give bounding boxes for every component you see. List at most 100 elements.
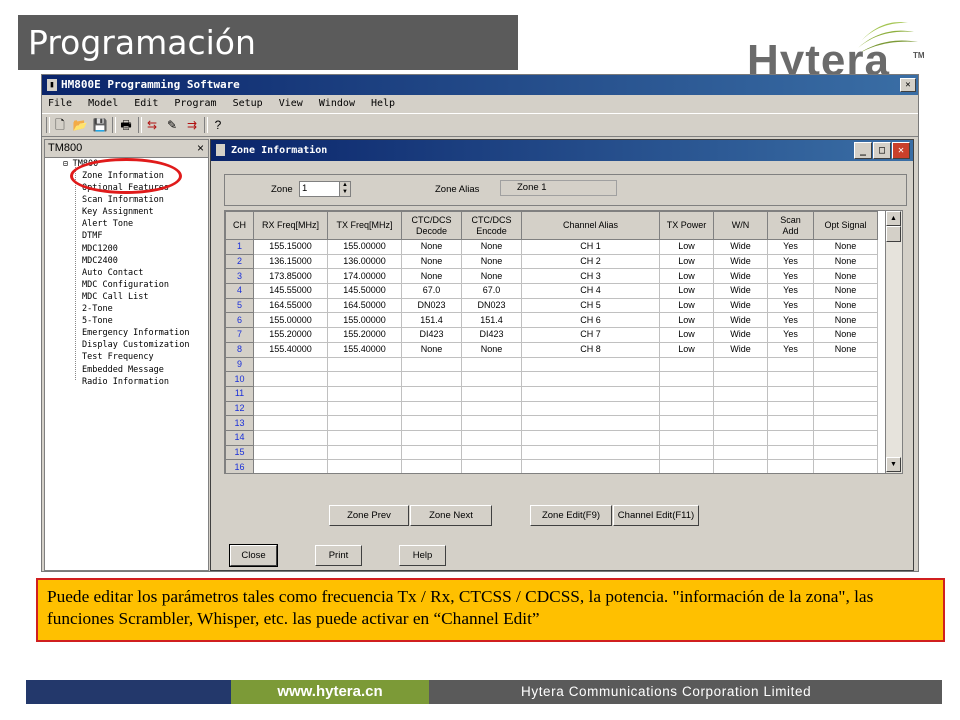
zone-prev-button[interactable]: Zone Prev: [329, 505, 409, 526]
table-cell[interactable]: 155.00000: [327, 312, 402, 329]
read-icon[interactable]: ⇆: [144, 117, 160, 133]
table-cell[interactable]: [659, 371, 714, 387]
tree-item-radio-information[interactable]: Radio Information: [82, 376, 189, 388]
minimize-button[interactable]: _: [854, 142, 872, 159]
table-cell[interactable]: [713, 429, 768, 446]
tree-close-icon[interactable]: ×: [197, 140, 204, 157]
table-cell[interactable]: [659, 429, 714, 446]
table-cell[interactable]: [659, 444, 714, 461]
channel-edit-button[interactable]: Channel Edit(F11): [613, 505, 699, 526]
table-cell[interactable]: [521, 459, 660, 473]
table-cell[interactable]: 155.40000: [327, 341, 402, 358]
table-cell[interactable]: None: [813, 253, 878, 270]
table-cell[interactable]: Wide: [713, 239, 768, 255]
table-cell[interactable]: None: [813, 312, 878, 329]
table-cell[interactable]: [401, 429, 462, 446]
table-cell[interactable]: Wide: [713, 297, 768, 314]
table-cell[interactable]: [253, 459, 328, 473]
menu-model[interactable]: Model: [88, 98, 118, 109]
tree-item-mdc2400[interactable]: MDC2400: [82, 255, 189, 267]
table-cell[interactable]: [253, 415, 328, 431]
table-cell[interactable]: [461, 459, 522, 473]
table-cell[interactable]: [521, 385, 660, 402]
channel-number[interactable]: 3: [225, 268, 254, 285]
table-cell[interactable]: DI423: [401, 327, 462, 343]
table-cell[interactable]: [461, 444, 522, 461]
table-cell[interactable]: None: [813, 283, 878, 299]
tree-item-mdc-configuration[interactable]: MDC Configuration: [82, 279, 189, 291]
table-cell[interactable]: [401, 459, 462, 473]
close-button[interactable]: Close: [229, 544, 278, 567]
table-cell[interactable]: None: [401, 268, 462, 285]
table-cell[interactable]: [767, 459, 814, 473]
table-cell[interactable]: 155.00000: [327, 239, 402, 255]
print-button[interactable]: Print: [315, 545, 362, 566]
menu-program[interactable]: Program: [174, 98, 216, 109]
menu-setup[interactable]: Setup: [233, 98, 263, 109]
table-cell[interactable]: [253, 356, 328, 373]
channel-number[interactable]: 2: [225, 253, 254, 270]
table-cell[interactable]: 174.00000: [327, 268, 402, 285]
table-cell[interactable]: Wide: [713, 283, 768, 299]
table-cell[interactable]: 155.20000: [327, 327, 402, 343]
channel-number[interactable]: 14: [225, 429, 254, 446]
table-cell[interactable]: [813, 459, 878, 473]
table-cell[interactable]: [253, 444, 328, 461]
table-cell[interactable]: None: [461, 341, 522, 358]
table-cell[interactable]: Low: [659, 312, 714, 329]
table-cell[interactable]: None: [813, 341, 878, 358]
table-cell[interactable]: [327, 371, 402, 387]
table-cell[interactable]: 155.40000: [253, 341, 328, 358]
tree-item-embedded-message[interactable]: Embedded Message: [82, 364, 189, 376]
table-cell[interactable]: 145.50000: [327, 283, 402, 299]
table-cell[interactable]: [659, 356, 714, 373]
table-cell[interactable]: Low: [659, 253, 714, 270]
table-cell[interactable]: [659, 400, 714, 417]
tree-item-scan-information[interactable]: Scan Information: [82, 194, 189, 206]
table-cell[interactable]: None: [401, 341, 462, 358]
table-cell[interactable]: Yes: [767, 327, 814, 343]
table-cell[interactable]: 145.55000: [253, 283, 328, 299]
menu-help[interactable]: Help: [371, 98, 395, 109]
table-cell[interactable]: [461, 429, 522, 446]
tree-item-test-frequency[interactable]: Test Frequency: [82, 351, 189, 363]
table-cell[interactable]: Low: [659, 268, 714, 285]
table-cell[interactable]: None: [813, 327, 878, 343]
scroll-down-icon[interactable]: ▼: [886, 457, 901, 472]
channel-number[interactable]: 10: [225, 371, 254, 387]
table-cell[interactable]: None: [401, 239, 462, 255]
tree-item-mdc-call-list[interactable]: MDC Call List: [82, 291, 189, 303]
help-button[interactable]: Help: [399, 545, 446, 566]
table-cell[interactable]: [327, 385, 402, 402]
table-cell[interactable]: Low: [659, 239, 714, 255]
tree-item-display-customization[interactable]: Display Customization: [82, 339, 189, 351]
app-close-button[interactable]: ✕: [900, 78, 916, 92]
table-cell[interactable]: [253, 429, 328, 446]
table-cell[interactable]: [327, 459, 402, 473]
table-cell[interactable]: [401, 371, 462, 387]
maximize-button[interactable]: □: [873, 142, 891, 159]
table-cell[interactable]: [327, 415, 402, 431]
table-cell[interactable]: [767, 429, 814, 446]
channel-number[interactable]: 12: [225, 400, 254, 417]
table-cell[interactable]: None: [813, 268, 878, 285]
table-cell[interactable]: [521, 400, 660, 417]
table-cell[interactable]: [767, 400, 814, 417]
table-cell[interactable]: Low: [659, 297, 714, 314]
table-cell[interactable]: Yes: [767, 239, 814, 255]
dialog-close-button[interactable]: ✕: [892, 142, 910, 159]
table-cell[interactable]: 67.0: [401, 283, 462, 299]
clone-icon[interactable]: ⇉: [184, 117, 200, 133]
table-cell[interactable]: Yes: [767, 268, 814, 285]
table-cell[interactable]: [401, 444, 462, 461]
table-cell[interactable]: Yes: [767, 297, 814, 314]
table-cell[interactable]: [713, 459, 768, 473]
table-cell[interactable]: [659, 415, 714, 431]
table-cell[interactable]: Wide: [713, 341, 768, 358]
channel-number[interactable]: 5: [225, 297, 254, 314]
table-cell[interactable]: CH 5: [521, 297, 660, 314]
channel-number[interactable]: 15: [225, 444, 254, 461]
zone-edit-button[interactable]: Zone Edit(F9): [530, 505, 612, 526]
table-cell[interactable]: Low: [659, 283, 714, 299]
table-cell[interactable]: [253, 371, 328, 387]
